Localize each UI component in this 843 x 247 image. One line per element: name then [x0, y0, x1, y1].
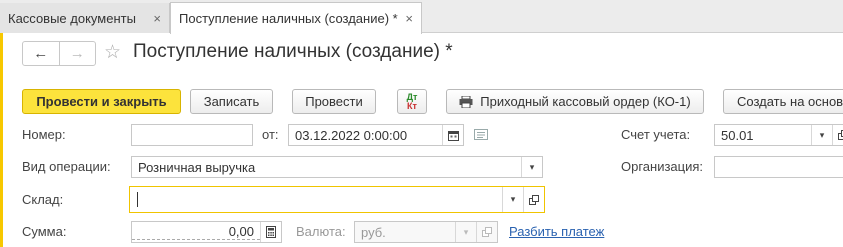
- post-button[interactable]: Провести: [292, 89, 376, 114]
- account-label: Счет учета:: [621, 127, 691, 142]
- date-value: 03.12.2022 0:00:00: [295, 127, 408, 143]
- print-cash-order-button[interactable]: Приходный кассовый ордер (КО-1): [446, 89, 704, 114]
- number-field[interactable]: [131, 124, 253, 146]
- chevron-down-icon: ▾: [455, 222, 476, 242]
- account-field[interactable]: 50.01 ▾: [714, 124, 843, 146]
- warehouse-field[interactable]: ▾: [129, 186, 545, 213]
- currency-value: руб.: [361, 224, 386, 240]
- account-value: 50.01: [721, 127, 754, 143]
- save-button[interactable]: Записать: [190, 89, 273, 114]
- kt-icon: Кт: [407, 100, 417, 111]
- tab-cash-receipt[interactable]: Поступление наличных (создание) * ×: [170, 2, 422, 34]
- amount-label: Сумма:: [22, 224, 67, 239]
- text-cursor: [137, 192, 138, 207]
- close-icon[interactable]: ×: [399, 11, 413, 26]
- tab-label: Поступление наличных (создание) *: [179, 11, 398, 26]
- open-icon[interactable]: [832, 125, 843, 145]
- date-field[interactable]: 03.12.2022 0:00:00: [288, 124, 464, 146]
- operation-type-select[interactable]: Розничная выручка ▾: [131, 156, 543, 178]
- chevron-down-icon[interactable]: ▾: [502, 187, 523, 212]
- comment-icon[interactable]: [474, 129, 488, 144]
- dt-kt-button[interactable]: Дт Кт: [397, 89, 427, 114]
- organization-label: Организация:: [621, 159, 704, 174]
- organization-field[interactable]: [714, 156, 843, 178]
- create-based-on-button[interactable]: Создать на основ: [723, 89, 843, 114]
- back-arrow-icon[interactable]: ←: [23, 42, 59, 65]
- chevron-down-icon[interactable]: ▾: [521, 157, 542, 177]
- tab-label: Кассовые документы: [8, 10, 136, 26]
- open-icon: [476, 222, 497, 242]
- tab-cash-documents[interactable]: Кассовые документы ×: [0, 3, 170, 33]
- favorite-star-icon[interactable]: ☆: [104, 42, 121, 64]
- active-window-accent: [0, 33, 3, 247]
- currency-field: руб. ▾: [354, 221, 498, 243]
- printer-icon: [459, 95, 473, 108]
- operation-type-value: Розничная выручка: [138, 159, 256, 175]
- forward-arrow-icon[interactable]: →: [58, 42, 96, 65]
- print-cash-order-label: Приходный кассовый ордер (КО-1): [480, 94, 691, 109]
- open-icon[interactable]: [523, 187, 544, 212]
- post-and-close-button[interactable]: Провести и закрыть: [22, 89, 181, 114]
- operation-type-label: Вид операции:: [22, 159, 111, 174]
- split-payment-link[interactable]: Разбить платеж: [509, 221, 604, 243]
- navigation-buttons: ← →: [22, 41, 96, 66]
- number-label: Номер:: [22, 127, 66, 142]
- page-title: Поступление наличных (создание) *: [133, 41, 453, 62]
- calendar-icon[interactable]: [442, 125, 463, 145]
- amount-field[interactable]: 0,00: [131, 221, 282, 243]
- amount-value: 0,00: [132, 224, 260, 240]
- warehouse-label: Склад:: [22, 192, 64, 207]
- calculator-icon[interactable]: [260, 222, 281, 242]
- chevron-down-icon[interactable]: ▾: [811, 125, 832, 145]
- close-icon[interactable]: ×: [147, 11, 161, 26]
- date-label: от:: [262, 127, 279, 142]
- currency-label: Валюта:: [296, 224, 346, 239]
